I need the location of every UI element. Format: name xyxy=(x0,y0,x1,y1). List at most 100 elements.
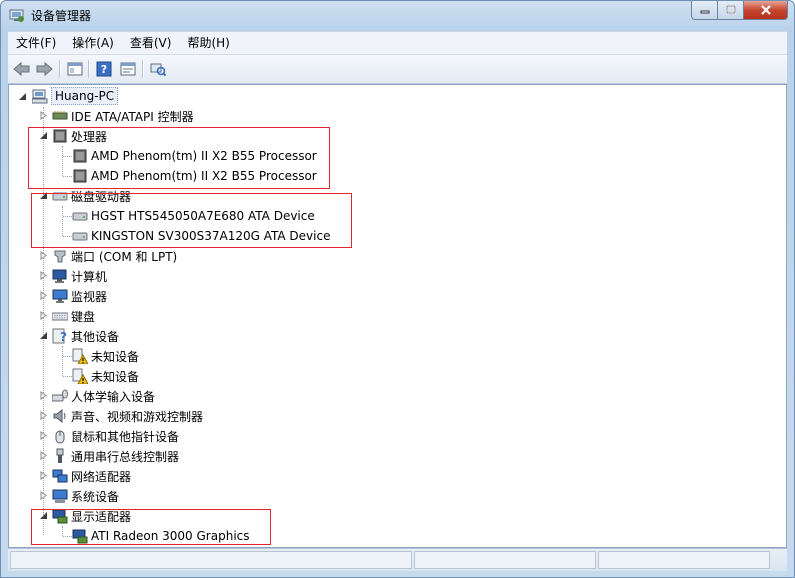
expand-toggle[interactable] xyxy=(39,391,48,400)
console-tree-icon xyxy=(67,62,83,76)
close-button[interactable] xyxy=(744,1,788,20)
tree-node-label: 监视器 xyxy=(71,289,108,304)
tree-node-label: 未知设备 xyxy=(91,349,140,364)
computer-icon xyxy=(32,88,48,104)
back-button[interactable] xyxy=(13,60,31,78)
tree-node-usb[interactable]: 通用串行总线控制器 xyxy=(52,446,179,466)
tree-node-label: 其他设备 xyxy=(71,329,120,344)
device-manager-app-icon xyxy=(9,7,25,23)
status-pane xyxy=(414,551,596,569)
svg-text:?: ? xyxy=(60,330,67,344)
minimize-icon xyxy=(700,10,709,14)
properties-icon xyxy=(120,62,136,76)
scan-hardware-button[interactable] xyxy=(149,60,167,78)
tree-node-network[interactable]: 网络适配器 xyxy=(52,466,131,486)
toolbar-separator xyxy=(142,60,144,78)
expand-toggle[interactable] xyxy=(39,491,48,500)
forward-arrow-icon xyxy=(36,61,53,77)
tree-node-hid[interactable]: 人体学输入设备 xyxy=(52,386,155,406)
expand-toggle[interactable] xyxy=(39,411,48,420)
menu-bar: 文件(F) 操作(A) 查看(V) 帮助(H) xyxy=(8,31,787,54)
highlight-box-processors xyxy=(28,127,330,189)
window-controls xyxy=(691,1,788,20)
tree-node-sound[interactable]: 声音、视频和游戏控制器 xyxy=(52,406,203,426)
show-hide-tree-button[interactable] xyxy=(66,60,84,78)
expanded-triangle-icon xyxy=(40,332,47,339)
tree-node-mice[interactable]: 鼠标和其他指针设备 xyxy=(52,426,179,446)
tree-node-other-devices[interactable]: ? 其他设备 xyxy=(52,326,119,346)
tree-node-label: 系统设备 xyxy=(71,489,120,504)
toolbar-separator xyxy=(88,60,90,78)
unknown-device-warning-icon xyxy=(72,368,88,384)
collapsed-triangle-icon xyxy=(40,291,47,300)
menu-file[interactable]: 文件(F) xyxy=(8,33,64,53)
highlight-box-display-adapters xyxy=(31,509,271,545)
monitor-icon xyxy=(52,288,68,304)
expand-toggle[interactable] xyxy=(39,251,48,260)
menu-view[interactable]: 查看(V) xyxy=(122,33,180,53)
tree-node-computer[interactable]: 计算机 xyxy=(52,266,107,286)
collapsed-triangle-icon xyxy=(40,431,47,440)
tree-node-monitors[interactable]: 监视器 xyxy=(52,286,107,306)
help-icon: ? xyxy=(96,61,112,77)
collapsed-triangle-icon xyxy=(40,491,47,500)
tree-node-label: 鼠标和其他指针设备 xyxy=(71,429,180,444)
expand-toggle[interactable] xyxy=(39,471,48,480)
network-adapter-icon xyxy=(52,468,68,484)
collapsed-triangle-icon xyxy=(40,411,47,420)
tree-node-system[interactable]: 系统设备 xyxy=(52,486,119,506)
highlight-box-disk-drives xyxy=(31,193,352,248)
close-icon xyxy=(760,5,771,15)
properties-button[interactable] xyxy=(119,60,137,78)
tree-root-node[interactable]: Huang-PC xyxy=(32,86,119,106)
collapsed-triangle-icon xyxy=(40,311,47,320)
tree-node-label: 声音、视频和游戏控制器 xyxy=(71,409,204,424)
hid-icon xyxy=(52,388,68,404)
expand-toggle[interactable] xyxy=(39,291,48,300)
maximize-icon xyxy=(725,5,736,14)
root-node-label: Huang-PC xyxy=(51,87,119,105)
title-bar[interactable]: 设备管理器 xyxy=(1,1,794,29)
tree-node-label: 端口 (COM 和 LPT) xyxy=(71,249,178,264)
back-arrow-icon xyxy=(13,61,30,77)
mouse-icon xyxy=(52,428,68,444)
expand-toggle[interactable] xyxy=(39,271,48,280)
expand-toggle[interactable] xyxy=(39,451,48,460)
status-pane xyxy=(10,551,412,569)
help-button[interactable]: ? xyxy=(95,60,113,78)
tree-node-unknown-device-1[interactable]: 未知设备 xyxy=(72,346,139,366)
tree-node-keyboards[interactable]: 键盘 xyxy=(52,306,95,326)
menu-help[interactable]: 帮助(H) xyxy=(179,33,237,53)
tree-node-ports[interactable]: 端口 (COM 和 LPT) xyxy=(52,246,177,266)
expand-toggle[interactable] xyxy=(39,311,48,320)
expand-toggle[interactable] xyxy=(39,431,48,440)
toolbar: ? xyxy=(8,54,787,84)
other-devices-icon: ? xyxy=(52,328,68,344)
maximize-button[interactable] xyxy=(718,1,744,20)
device-manager-window: 设备管理器 文件(F) 操作(A) 查看(V) 帮助(H) ? Huang-PC… xyxy=(0,0,795,578)
tree-connector-line xyxy=(63,356,72,358)
keyboard-icon xyxy=(52,308,68,324)
forward-button[interactable] xyxy=(35,60,53,78)
window-title: 设备管理器 xyxy=(31,9,92,23)
ide-controller-icon xyxy=(52,108,68,124)
tree-node-ide[interactable]: IDE ATA/ATAPI 控制器 xyxy=(52,106,194,126)
minimize-button[interactable] xyxy=(691,1,718,20)
svg-text:?: ? xyxy=(101,63,107,76)
collapsed-triangle-icon xyxy=(40,391,47,400)
device-tree[interactable]: Huang-PC IDE ATA/ATAPI 控制器 处理器 AMD Pheno… xyxy=(8,84,787,548)
collapsed-triangle-icon xyxy=(40,111,47,120)
sound-icon xyxy=(52,408,68,424)
unknown-device-warning-icon xyxy=(72,348,88,364)
tree-node-unknown-device-2[interactable]: 未知设备 xyxy=(72,366,139,386)
expanded-triangle-icon xyxy=(19,93,26,100)
menu-action[interactable]: 操作(A) xyxy=(64,33,122,53)
tree-node-label: 计算机 xyxy=(71,269,108,284)
expand-toggle[interactable] xyxy=(39,111,48,120)
computer-icon xyxy=(52,268,68,284)
collapse-toggle[interactable] xyxy=(39,331,48,340)
tree-node-label: 键盘 xyxy=(71,309,96,324)
tree-node-label: 人体学输入设备 xyxy=(71,389,156,404)
collapse-toggle[interactable] xyxy=(18,92,27,101)
collapsed-triangle-icon xyxy=(40,471,47,480)
